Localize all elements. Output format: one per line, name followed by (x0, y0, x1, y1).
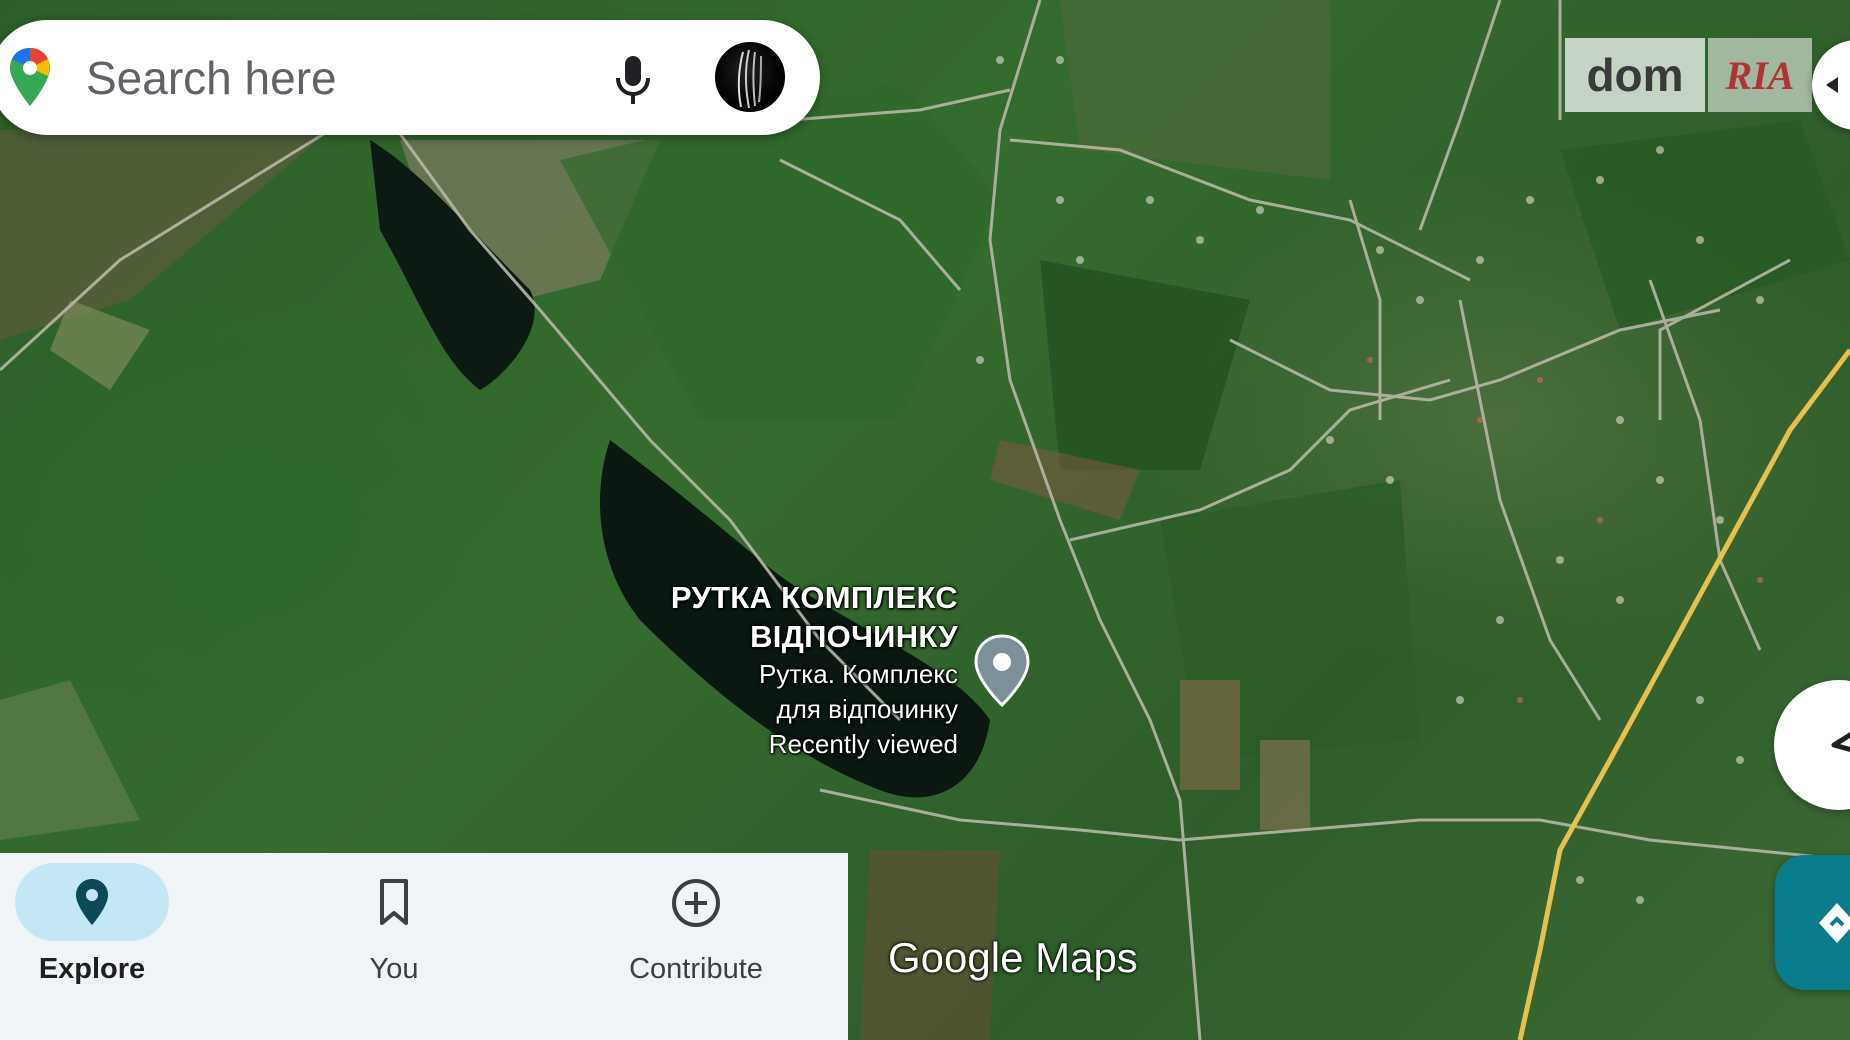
bookmark-icon (380, 879, 408, 925)
location-pin-icon (76, 879, 108, 925)
add-circle-icon (672, 879, 720, 927)
dom-ria-watermark: dom RIA (1565, 38, 1812, 112)
nav-you-label: You (369, 953, 419, 985)
place-label[interactable]: РУТКА КОМПЛЕКС ВІДПОЧИНКУ Рутка. Комплек… (671, 578, 958, 761)
nav-you[interactable]: You (302, 853, 502, 1040)
search-input[interactable]: Search here (86, 50, 337, 106)
account-avatar[interactable] (713, 40, 787, 114)
directions-button[interactable] (1775, 855, 1850, 990)
nav-explore-label: Explore (38, 953, 146, 985)
place-title-line2: ВІДПОЧИНКУ (750, 619, 958, 654)
place-subtitle-line1: Рутка. Комплекс (759, 659, 958, 689)
nav-explore[interactable]: Explore (0, 853, 200, 1040)
avatar-image-icon (737, 49, 762, 109)
place-title-line1: РУТКА КОМПЛЕКС (670, 580, 958, 615)
place-status: Recently viewed (768, 729, 958, 759)
google-maps-attribution: Google Maps (888, 934, 1138, 981)
nav-contribute[interactable]: Contribute (604, 853, 804, 1040)
layers-icon (1826, 77, 1838, 93)
microphone-icon[interactable] (610, 54, 656, 106)
search-bar[interactable]: Search here (0, 20, 820, 135)
nav-contribute-label: Contribute (629, 953, 763, 985)
navigation-arrow-icon (1831, 732, 1850, 753)
place-subtitle-line2: для відпочинку (776, 694, 958, 724)
google-maps-logo-icon (10, 48, 50, 106)
watermark-dom-text: dom (1565, 38, 1705, 112)
my-location-button[interactable] (1774, 680, 1850, 810)
bottom-navigation: Explore You Contribute (0, 853, 848, 1040)
place-marker-pin-icon[interactable] (972, 633, 1032, 708)
directions-icon (1819, 903, 1850, 943)
layers-button[interactable] (1812, 40, 1850, 130)
watermark-ria-text: RIA (1708, 38, 1812, 112)
